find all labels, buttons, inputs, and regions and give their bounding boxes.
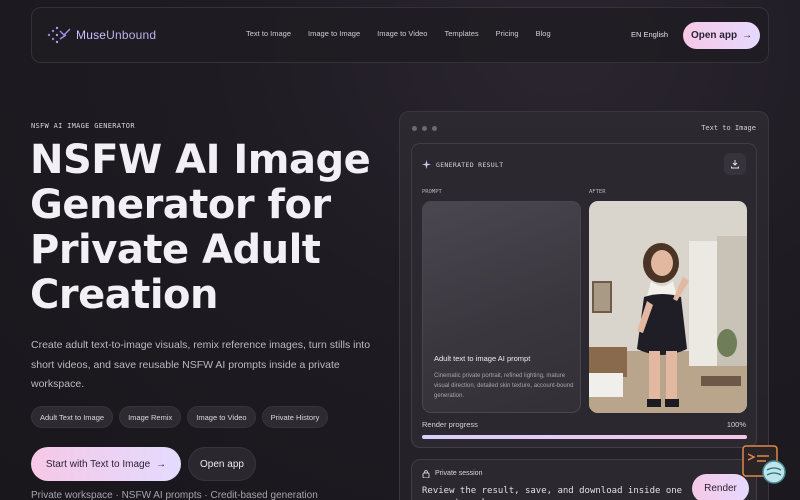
hero-description: Create adult text-to-image visuals, remi… — [31, 339, 371, 390]
window-dots — [412, 126, 437, 131]
prompt-box: Adult text to image AI prompt Cinematic … — [422, 201, 581, 413]
progress-bar — [422, 435, 747, 439]
progress-label: Render progress — [422, 420, 478, 429]
open-app-label: Open app — [200, 458, 244, 470]
chat-badge-icon[interactable] — [742, 444, 790, 488]
download-icon — [731, 160, 739, 169]
nav-link-image-to-video[interactable]: Image to Video — [377, 29, 427, 38]
start-button-label: Start with Text to Image — [45, 458, 151, 470]
prompt-text: Cinematic private portrait, refined ligh… — [434, 373, 574, 399]
chip-image-to-video[interactable]: Image to Video — [187, 406, 256, 428]
generated-result-card: GENERATED RESULT PROMPT AFTER Adult text… — [411, 143, 757, 448]
hero-footnote: Private workspace · NSFW AI prompts · Cr… — [31, 490, 318, 500]
render-button-label: Render — [704, 483, 737, 494]
chip-image-remix[interactable]: Image Remix — [119, 406, 182, 428]
prompt-label: PROMPT — [422, 189, 442, 195]
nav-links: Text to Image Image to Image Image to Vi… — [246, 29, 551, 38]
sparkle-icon — [422, 160, 431, 169]
prompt-title: Adult text to image AI prompt — [434, 354, 531, 363]
chip-private-history[interactable]: Private History — [261, 406, 329, 428]
language-selector[interactable]: EN English — [631, 30, 668, 39]
brand-logo[interactable]: MuseUnbound — [46, 25, 156, 45]
progress-fill — [422, 435, 747, 439]
result-header: GENERATED RESULT — [422, 160, 503, 169]
nav-link-pricing[interactable]: Pricing — [496, 29, 519, 38]
result-title: GENERATED RESULT — [436, 160, 504, 169]
logo-mark-icon — [47, 26, 71, 44]
lock-icon — [422, 470, 430, 478]
arrow-right-icon: → — [156, 458, 167, 470]
nav-link-text-to-image[interactable]: Text to Image — [246, 29, 291, 38]
open-app-nav-label: Open app — [690, 30, 738, 41]
render-button[interactable]: Render — [692, 474, 749, 500]
session-title: Private session — [435, 470, 483, 477]
progress-value: 100% — [726, 420, 746, 429]
feature-chips: Adult Text to Image Image Remix Image to… — [31, 406, 329, 428]
arrow-right-icon: → — [742, 30, 753, 41]
after-result-image — [589, 201, 747, 413]
nav-link-image-to-image[interactable]: Image to Image — [308, 29, 360, 38]
panel-mode-label: Text to Image — [701, 124, 756, 132]
hero-eyebrow: NSFW AI IMAGE GENERATOR — [31, 122, 135, 130]
open-app-nav-button[interactable]: Open app → — [683, 22, 760, 49]
nav-link-blog[interactable]: Blog — [536, 29, 551, 38]
session-text: Review the result, save, and download in… — [422, 486, 683, 500]
hero-title: NSFW AI Image Generator for Private Adul… — [30, 137, 371, 318]
after-label: AFTER — [589, 189, 606, 195]
private-session-card: Private session Review the result, save,… — [411, 459, 757, 500]
session-header: Private session — [422, 469, 482, 478]
open-app-button[interactable]: Open app — [188, 447, 256, 481]
start-text-to-image-button[interactable]: Start with Text to Image → — [31, 447, 181, 481]
nav-link-templates[interactable]: Templates — [444, 29, 478, 38]
chip-adult-text-to-image[interactable]: Adult Text to Image — [31, 406, 114, 428]
download-button[interactable] — [724, 153, 746, 175]
preview-panel: Text to Image GENERATED RESULT PROMPT AF… — [399, 111, 769, 500]
brand-name: MuseUnbound — [76, 28, 157, 42]
top-navbar: MuseUnbound Text to Image Image to Image… — [31, 7, 769, 63]
